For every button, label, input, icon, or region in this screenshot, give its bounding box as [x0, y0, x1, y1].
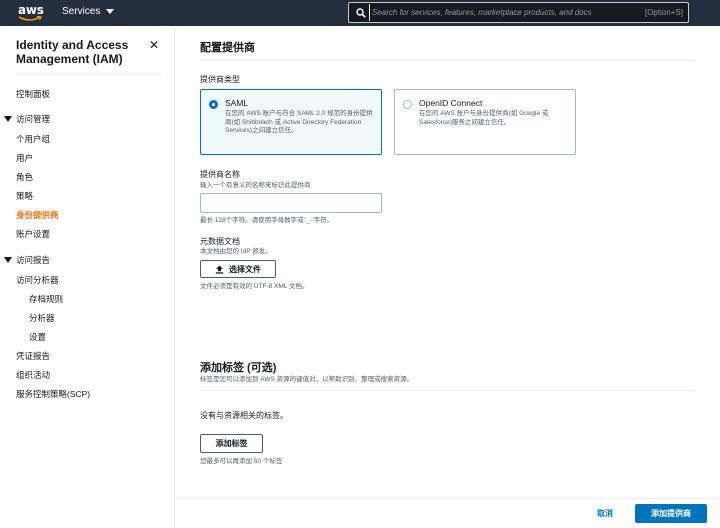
aws-logo-text: aws — [18, 3, 44, 17]
metadata-label: 元数据文档 — [200, 237, 240, 246]
provider-name-label: 提供商名称 — [200, 170, 240, 179]
sidebar-item-credential-report[interactable]: 凭证报告 — [16, 350, 50, 362]
sidebar-item-archive-rules[interactable]: 存档规则 — [29, 293, 63, 305]
triangle-down-icon — [4, 116, 12, 122]
main-content: 配置提供商 提供商类型 SAML 在您的 AWS 账户与符合 SAML 2.0 … — [176, 26, 720, 528]
cancel-button[interactable]: 取消 — [597, 508, 613, 519]
add-provider-button[interactable]: 添加提供商 — [635, 504, 707, 523]
metadata-hint: 文件必须是有效的 UTF-8 XML 文档。 — [200, 283, 309, 290]
sidebar-item-identity-providers[interactable]: 身份提供商 — [16, 209, 59, 221]
sidebar-item-user-groups[interactable]: 个用户组 — [16, 133, 50, 145]
tags-empty-message: 没有与资源相关的标签。 — [200, 411, 288, 420]
sidebar-item-access-analyzer[interactable]: 访问分析器 — [16, 274, 59, 286]
tags-hint: 您最多可以再添加 50 个标签 — [200, 458, 283, 465]
aws-logo[interactable]: aws — [18, 3, 44, 23]
sidebar-item-analyzer-settings[interactable]: 设置 — [29, 331, 46, 343]
provider-name-hint: 最长 128个字符。请使用字母数字或'._-'字符。 — [200, 217, 334, 224]
search-input[interactable] — [369, 4, 631, 21]
aws-smile-icon — [18, 16, 42, 21]
add-tag-button[interactable]: 添加标签 — [200, 434, 263, 453]
sidebar-item-dashboard[interactable]: 控制面板 — [16, 88, 50, 100]
search-icon — [356, 8, 366, 18]
search-box[interactable]: [Option+S] — [348, 2, 689, 23]
tags-description: 标签是您可以添加到 AWS 资源的键值对，以帮助识别、整理或搜索资源。 — [200, 376, 414, 383]
sidebar-section-label: 访问管理 — [16, 114, 51, 124]
services-menu-button[interactable]: Services — [62, 6, 115, 17]
footer-divider — [176, 498, 720, 499]
sidebar-item-policies[interactable]: 策略 — [16, 190, 33, 202]
sidebar-section-access-management[interactable]: 访问管理 — [4, 113, 50, 125]
provider-type-oidc-tile[interactable]: OpenID Connect 在您的 AWS 账户与身份提供商(如 Google… — [394, 89, 576, 155]
sidebar-item-scp[interactable]: 服务控制策略(SCP) — [16, 388, 90, 400]
add-tag-label: 添加标签 — [215, 439, 248, 448]
sidebar-section-access-reports[interactable]: 访问报告 — [4, 254, 50, 266]
choose-file-button[interactable]: 选择文件 — [200, 260, 276, 278]
provider-name-description: 输入一个有意义的名称来标识此提供商 — [200, 182, 311, 189]
sidebar-item-analyzers[interactable]: 分析器 — [29, 312, 55, 324]
sidebar-item-account-settings[interactable]: 账户设置 — [16, 228, 50, 240]
services-label: Services — [62, 6, 101, 17]
saml-title: SAML — [225, 98, 249, 108]
upload-icon — [215, 265, 224, 274]
sidebar-section-label: 访问报告 — [16, 255, 51, 265]
oidc-description: 在您的 AWS 账户与身份提供商(如 Google 或 Salesforce)服… — [419, 110, 549, 126]
oidc-radio[interactable] — [403, 100, 412, 109]
page-title: 配置提供商 — [200, 42, 255, 54]
provider-name-input[interactable] — [200, 193, 382, 213]
section-divider — [200, 390, 695, 391]
tags-title: 添加标签 (可选) — [200, 362, 277, 374]
provider-type-label: 提供商类型 — [200, 75, 240, 84]
triangle-down-icon — [4, 257, 12, 263]
search-shortcut-hint: [Option+S] — [644, 8, 683, 17]
metadata-description: 本文档由您的 IdP 颁发。 — [200, 248, 272, 255]
sidebar-title: Identity and Access Management (IAM) — [16, 38, 129, 66]
sidebar-item-roles[interactable]: 角色 — [16, 171, 33, 183]
sidebar-divider — [16, 74, 161, 75]
sidebar: Identity and Access Management (IAM) ✕ 控… — [0, 26, 175, 528]
oidc-title: OpenID Connect — [419, 98, 483, 108]
sidebar-item-users[interactable]: 用户 — [16, 152, 33, 164]
choose-file-label: 选择文件 — [229, 264, 261, 274]
add-provider-label: 添加提供商 — [651, 509, 691, 518]
saml-radio[interactable] — [209, 100, 218, 109]
top-navigation-bar: aws Services [Option+S] — [0, 0, 720, 26]
close-icon[interactable]: ✕ — [149, 38, 159, 52]
saml-description: 在您的 AWS 账户与符合 SAML 2.0 规范的身份提供商(如 Shibbo… — [225, 110, 373, 134]
sidebar-item-organization-activity[interactable]: 组织活动 — [16, 369, 50, 381]
section-divider — [200, 60, 695, 61]
provider-type-saml-tile[interactable]: SAML 在您的 AWS 账户与符合 SAML 2.0 规范的身份提供商(如 S… — [200, 89, 382, 155]
caret-down-icon — [106, 9, 115, 14]
